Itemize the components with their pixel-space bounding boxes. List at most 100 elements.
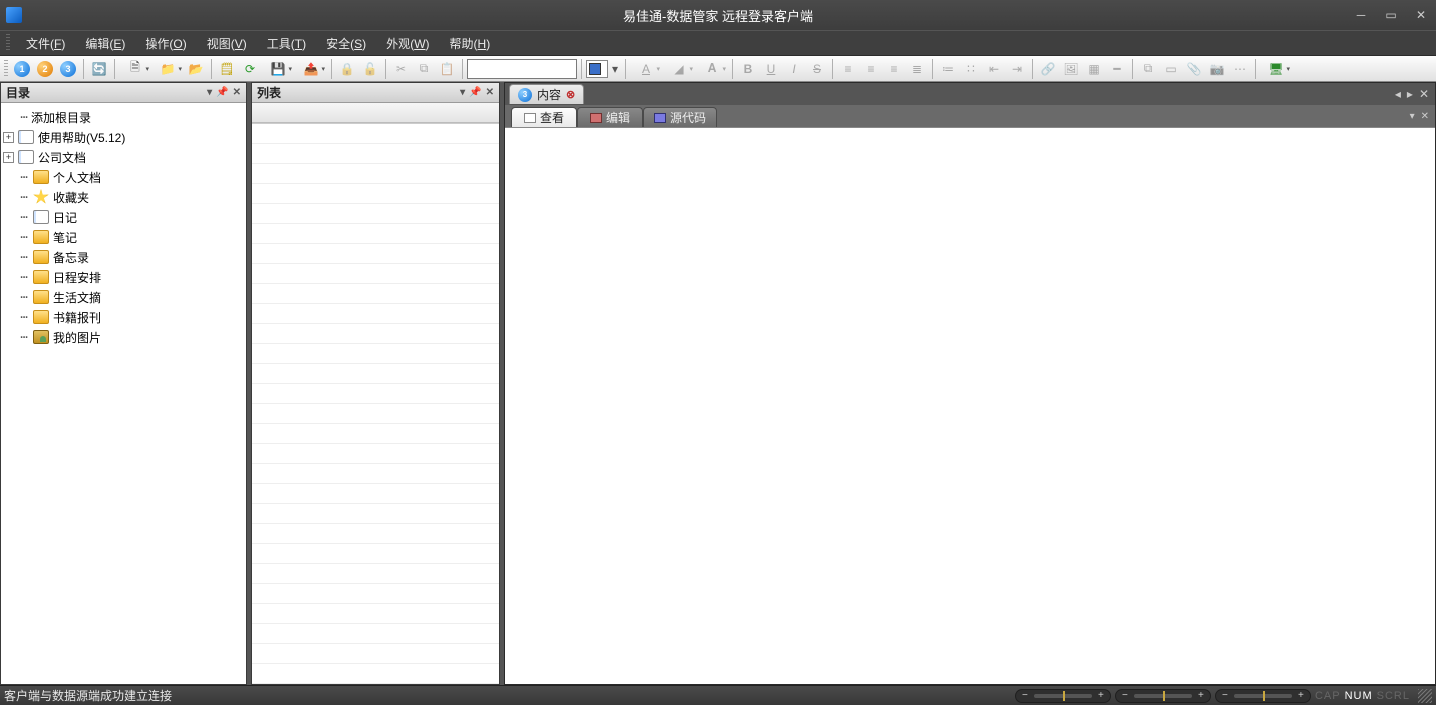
highlight-color-picker[interactable] (586, 60, 608, 78)
new-folder-button[interactable]: 📁▾ (152, 58, 184, 80)
directory-tree[interactable]: ⋯添加根目录+使用帮助(V5.12)+公司文档⋯个人文档⋯收藏夹⋯日记⋯笔记⋯备… (1, 103, 246, 351)
expander-icon[interactable]: + (3, 132, 14, 143)
content-close-all-icon[interactable]: ✕ (1419, 87, 1429, 101)
folder-icon (33, 290, 49, 304)
align-left-button: ≡ (837, 58, 859, 80)
menu-help[interactable]: 帮助(H) (440, 32, 501, 55)
tree-item[interactable]: ⋯收藏夹 (3, 187, 244, 207)
menu-appearance[interactable]: 外观(W) (376, 32, 439, 55)
toolbar-grip (4, 60, 8, 78)
sub-tab-menu-icon[interactable]: ▾ (1410, 111, 1415, 122)
align-center-button: ≡ (860, 58, 882, 80)
refresh-button[interactable]: 🔄 (88, 58, 110, 80)
insert-image-button: 🖼 (1060, 58, 1082, 80)
content-body[interactable] (505, 127, 1435, 684)
search-input[interactable] (467, 59, 577, 79)
status-indicators: −+ −+ −+ CAP NUM SCRL (1015, 689, 1432, 703)
content-tab-label: 内容 (537, 86, 561, 103)
close-button[interactable]: ✕ (1406, 0, 1436, 30)
resize-grip-icon[interactable] (1418, 689, 1432, 703)
save-button[interactable]: 💾▾ (262, 58, 294, 80)
tree-item[interactable]: ⋯生活文摘 (3, 287, 244, 307)
insert-table-button: ▦ (1083, 58, 1105, 80)
zoom-control-2[interactable]: −+ (1115, 689, 1211, 703)
menu-view[interactable]: 视图(V) (197, 32, 257, 55)
tree-item[interactable]: ⋯日程安排 (3, 267, 244, 287)
zoom-control-1[interactable]: −+ (1015, 689, 1111, 703)
open-button[interactable]: 📂 (185, 58, 207, 80)
tree-panel: 目录 ▾ 📌 ✕ ⋯添加根目录+使用帮助(V5.12)+公司文档⋯个人文档⋯收藏… (0, 82, 247, 685)
export-button[interactable]: 📤▾ (295, 58, 327, 80)
tree-panel-close-icon[interactable]: ✕ (233, 87, 241, 98)
content-tab-main[interactable]: 3 内容 ⊗ (509, 84, 584, 104)
list-panel-pin-icon[interactable]: 📌 (469, 87, 481, 98)
doc-icon (33, 210, 49, 224)
content-tab-close-icon[interactable]: ⊗ (566, 88, 575, 101)
zoom-out-icon[interactable]: − (1218, 690, 1232, 701)
tree-panel-pin-icon[interactable]: 📌 (216, 87, 228, 98)
zoom-in-icon[interactable]: + (1094, 690, 1108, 701)
expander-icon[interactable]: + (3, 152, 14, 163)
list-body[interactable] (252, 103, 499, 684)
list-panel-menu-icon[interactable]: ▾ (460, 87, 465, 98)
menu-edit[interactable]: 编辑(E) (75, 32, 135, 55)
tree-item[interactable]: ⋯笔记 (3, 227, 244, 247)
menu-file[interactable]: 文件(F) (16, 32, 75, 55)
doc-icon (18, 150, 34, 164)
content-prev-icon[interactable]: ◂ (1395, 87, 1401, 101)
sync-button[interactable]: ⟳ (239, 58, 261, 80)
view-3-button[interactable]: 3 (57, 58, 79, 80)
bold-button: B (737, 58, 759, 80)
list-panel-close-icon[interactable]: ✕ (486, 87, 494, 98)
content-next-icon[interactable]: ▸ (1407, 87, 1413, 101)
zoom-slider[interactable] (1234, 694, 1292, 698)
menu-operate[interactable]: 操作(O) (135, 32, 196, 55)
sub-tab-view[interactable]: 查看 (511, 107, 577, 127)
menu-safety[interactable]: 安全(S) (316, 32, 376, 55)
zoom-out-icon[interactable]: − (1018, 690, 1032, 701)
list-panel-title: 列表 (257, 84, 281, 101)
tree-item-label: 笔记 (53, 229, 77, 246)
note-button[interactable]: 🗒 (216, 58, 238, 80)
menu-tool[interactable]: 工具(T) (257, 32, 316, 55)
tree-item[interactable]: ⋯备忘录 (3, 247, 244, 267)
view-2-button[interactable]: 2 (34, 58, 56, 80)
zoom-slider[interactable] (1034, 694, 1092, 698)
folder-icon (33, 310, 49, 324)
tree-panel-menu-icon[interactable]: ▾ (207, 87, 212, 98)
tree-item-label: 日程安排 (53, 269, 101, 286)
screenshot-button: ⧉ (1137, 58, 1159, 80)
tree-item[interactable]: ⋯日记 (3, 207, 244, 227)
tree-item[interactable]: ⋯我的图片 (3, 327, 244, 347)
tree-item[interactable]: ⋯书籍报刊 (3, 307, 244, 327)
folder-icon (33, 230, 49, 244)
align-justify-button: ≣ (906, 58, 928, 80)
font-button: 𝐀▾ (696, 58, 728, 80)
tree-item[interactable]: ⋯个人文档 (3, 167, 244, 187)
list-column-header[interactable] (252, 103, 499, 123)
maximize-button[interactable]: ▭ (1376, 0, 1406, 30)
view-1-button[interactable]: 1 (11, 58, 33, 80)
highlight-drop[interactable]: ▾ (609, 58, 621, 80)
star-icon (33, 189, 49, 205)
zoom-out-icon[interactable]: − (1118, 690, 1132, 701)
tree-item[interactable]: +使用帮助(V5.12) (3, 127, 244, 147)
menu-bar: 文件(F) 编辑(E) 操作(O) 视图(V) 工具(T) 安全(S) 外观(W… (0, 30, 1436, 56)
zoom-control-3[interactable]: −+ (1215, 689, 1311, 703)
zoom-slider[interactable] (1134, 694, 1192, 698)
sub-tab-source[interactable]: 源代码 (643, 107, 717, 127)
new-document-button[interactable]: 🗎▾ (119, 58, 151, 80)
tree-item[interactable]: ⋯添加根目录 (3, 107, 244, 127)
workspace: 目录 ▾ 📌 ✕ ⋯添加根目录+使用帮助(V5.12)+公司文档⋯个人文档⋯收藏… (0, 82, 1436, 685)
sub-tab-close-icon[interactable]: ✕ (1421, 111, 1429, 122)
zoom-in-icon[interactable]: + (1194, 690, 1208, 701)
camera-button: 📷 (1206, 58, 1228, 80)
tree-item-label: 书籍报刊 (53, 309, 101, 326)
sub-tab-source-label: 源代码 (670, 109, 706, 126)
insert-hr-button: ━ (1106, 58, 1128, 80)
tree-item[interactable]: +公司文档 (3, 147, 244, 167)
minimize-button[interactable]: ─ (1346, 0, 1376, 30)
zoom-in-icon[interactable]: + (1294, 690, 1308, 701)
sub-tab-edit[interactable]: 编辑 (577, 107, 643, 127)
skin-button[interactable]: 🖥▾ (1260, 58, 1292, 80)
